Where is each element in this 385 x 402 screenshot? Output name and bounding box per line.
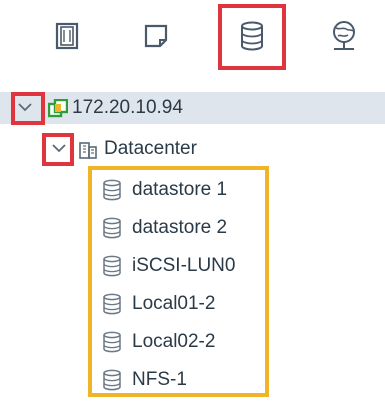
tree-item-datastore[interactable]: Local01-2 <box>100 290 265 318</box>
datastore-label: iSCSI-LUN0 <box>132 255 236 276</box>
vsphere-navigator: 172.20.10.94 Datacenter datastore 1 data… <box>0 0 385 402</box>
tree-item-datastore[interactable]: NFS-1 <box>100 366 265 394</box>
tree-item-datastore[interactable]: Local02-2 <box>100 328 265 356</box>
vcenter-icon <box>47 98 69 124</box>
datacenter-label[interactable]: Datacenter <box>104 137 197 161</box>
datastore-label: Local01-2 <box>132 293 216 314</box>
hosts-clusters-icon <box>54 21 80 51</box>
datastore-icon <box>102 179 122 206</box>
host-toggle-highlight <box>11 92 45 125</box>
tree-item-datastore[interactable]: datastore 2 <box>100 214 265 242</box>
datastore-label: datastore 1 <box>132 179 228 200</box>
tab-networking[interactable] <box>324 14 364 58</box>
networking-icon <box>329 19 359 53</box>
datastore-label: datastore 2 <box>132 217 228 238</box>
datastore-label: NFS-1 <box>132 369 187 390</box>
tab-vms-and-templates[interactable] <box>136 14 176 58</box>
datacenter-icon <box>78 141 98 164</box>
datastore-icon <box>102 217 122 244</box>
host-label[interactable]: 172.20.10.94 <box>72 96 183 120</box>
vms-templates-icon <box>142 22 170 50</box>
datastore-icon <box>102 369 122 396</box>
storage-tab-highlight <box>218 4 286 70</box>
datastore-icon <box>102 255 122 282</box>
tree-item-datastore[interactable]: datastore 1 <box>100 176 265 204</box>
tab-hosts-and-clusters[interactable] <box>47 14 87 58</box>
datastore-label: Local02-2 <box>132 331 216 352</box>
datastore-icon <box>102 293 122 320</box>
tree-item-datastore[interactable]: iSCSI-LUN0 <box>100 252 265 280</box>
datacenter-toggle-highlight <box>42 133 74 166</box>
datastore-icon <box>102 331 122 358</box>
